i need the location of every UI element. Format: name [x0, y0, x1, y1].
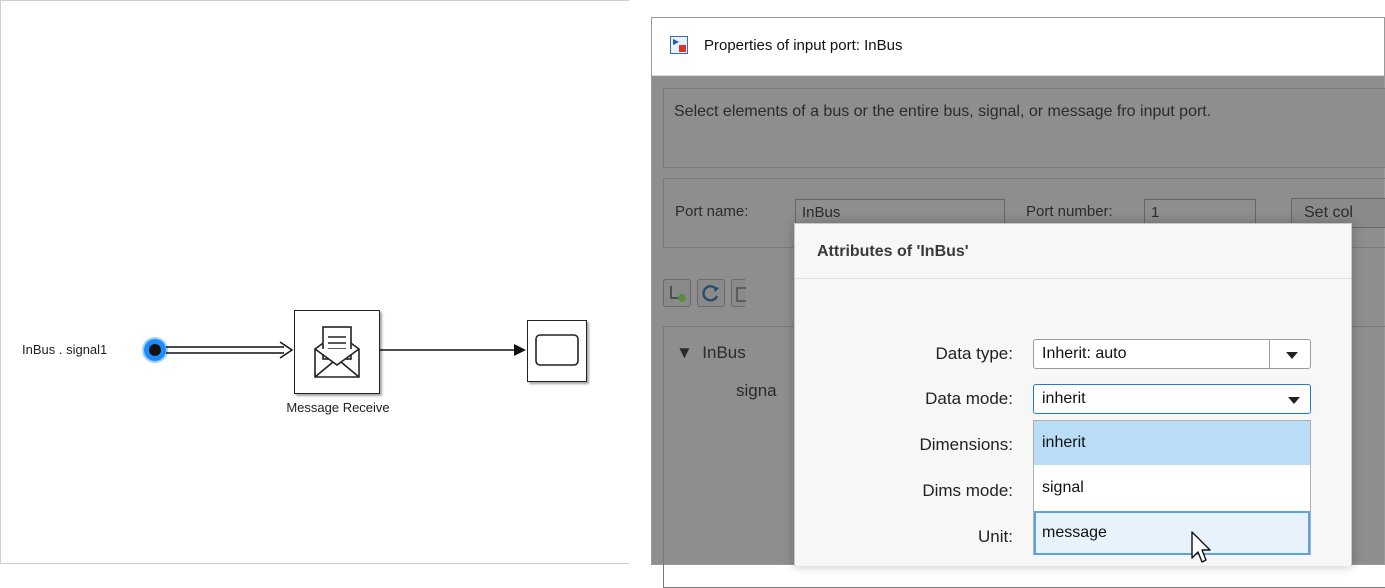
- add-tree-icon: [670, 286, 686, 302]
- chevron-down-icon[interactable]: [1288, 397, 1300, 404]
- attributes-title: Attributes of 'InBus': [817, 243, 969, 260]
- dialog-titlebar[interactable]: Properties of input port: InBus: [652, 18, 1384, 76]
- data-mode-dropdown-list: inherit signal message: [1033, 420, 1311, 555]
- message-receive-block[interactable]: [294, 310, 380, 394]
- mouse-pointer-icon: [1191, 531, 1211, 563]
- tree-child-item[interactable]: signa: [736, 381, 777, 401]
- option-message[interactable]: message: [1034, 511, 1310, 555]
- refresh-button[interactable]: [697, 279, 725, 307]
- model-canvas[interactable]: InBus . signal1 Message Receive: [0, 0, 630, 565]
- data-type-label: Data type:: [935, 344, 1014, 363]
- scope-block[interactable]: [527, 320, 587, 382]
- message-line-arrow: [279, 341, 294, 359]
- description-text: Select elements of a bus or the entire b…: [674, 103, 1212, 120]
- collapse-triangle-icon[interactable]: ▼: [676, 343, 693, 362]
- combo-separator: [1269, 340, 1270, 368]
- attributes-dialog: Attributes of 'InBus' Data type: Inherit…: [794, 223, 1352, 566]
- signal-line-arrow: [514, 344, 526, 356]
- dims-mode-label: Dims mode:: [922, 481, 1013, 500]
- unit-label: Unit:: [978, 527, 1013, 546]
- envelope-icon: [314, 326, 360, 378]
- dialog-title: Properties of input port: InBus: [704, 37, 903, 54]
- simulink-block-icon: [670, 36, 688, 54]
- tree-root-label: InBus: [702, 343, 746, 362]
- delete-button[interactable]: [731, 279, 748, 307]
- chevron-down-icon[interactable]: [1286, 352, 1298, 359]
- data-type-value: Inherit: auto: [1042, 345, 1127, 362]
- attributes-header: Attributes of 'InBus': [795, 224, 1351, 279]
- option-signal[interactable]: signal: [1034, 466, 1310, 510]
- data-mode-combo[interactable]: inherit: [1033, 384, 1311, 414]
- data-mode-value: inherit: [1042, 390, 1086, 407]
- scope-icon: [535, 334, 579, 366]
- data-type-combo[interactable]: Inherit: auto: [1033, 339, 1311, 369]
- trash-icon: [736, 287, 748, 302]
- refresh-icon: [702, 285, 719, 302]
- tree-root-item[interactable]: ▼ InBus: [676, 343, 746, 363]
- description-panel: Select elements of a bus or the entire b…: [663, 88, 1385, 168]
- add-element-button[interactable]: [663, 279, 691, 307]
- port-number-field[interactable]: 1: [1144, 199, 1256, 225]
- port-name-field[interactable]: InBus: [795, 199, 1005, 225]
- dimensions-label: Dimensions:: [919, 435, 1013, 454]
- port-name-label: Port name:: [675, 203, 749, 220]
- signal-lines: [166, 341, 526, 359]
- message-receive-label: Message Receive: [286, 400, 390, 415]
- option-inherit[interactable]: inherit: [1034, 421, 1310, 465]
- data-mode-label: Data mode:: [925, 389, 1013, 408]
- port-number-label: Port number:: [1026, 203, 1113, 220]
